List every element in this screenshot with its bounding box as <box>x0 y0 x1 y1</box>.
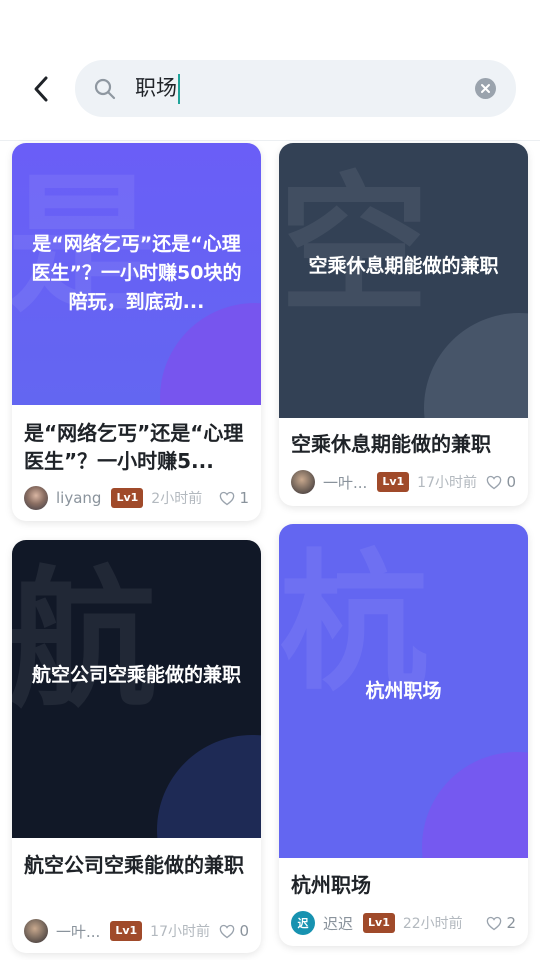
clear-search-button[interactable] <box>475 78 496 99</box>
cover-watermark-char: 空 <box>279 159 430 333</box>
level-badge: Lv1 <box>111 488 144 508</box>
post-time: 2小时前 <box>151 491 203 507</box>
cover-decoration-circle <box>424 313 528 418</box>
chevron-left-icon <box>34 76 48 102</box>
heart-icon <box>487 916 502 930</box>
like-button[interactable]: 2 <box>486 914 516 932</box>
like-count: 2 <box>506 914 516 932</box>
post-time: 17小时前 <box>150 924 210 940</box>
post-title: 空乘休息期能做的兼职 <box>291 432 491 456</box>
top-bar: 职场 <box>0 0 540 141</box>
post-time: 17小时前 <box>417 475 477 491</box>
cover-text: 空乘休息期能做的兼职 <box>308 255 499 277</box>
level-badge: Lv1 <box>377 472 410 492</box>
search-query: 职场 <box>135 76 177 100</box>
level-badge: Lv1 <box>363 913 395 933</box>
author-name[interactable]: 一叶... <box>323 472 367 493</box>
back-button[interactable] <box>22 70 60 108</box>
avatar[interactable] <box>24 919 48 943</box>
like-count: 1 <box>239 489 249 507</box>
cover-decoration-circle <box>422 752 528 858</box>
text-caret <box>178 74 180 104</box>
post-cover: 杭 杭州职场 <box>279 524 528 858</box>
like-button[interactable]: 0 <box>486 473 516 491</box>
avatar[interactable]: 迟 <box>291 911 315 935</box>
search-icon <box>94 78 116 100</box>
cover-decoration-circle <box>160 303 261 405</box>
level-badge: Lv1 <box>110 921 143 941</box>
cover-text: 是“网络乞丐”还是“心理医生”？一小时赚50块的陪玩，到底动... <box>31 233 242 313</box>
like-button[interactable]: 0 <box>219 922 249 940</box>
post-card[interactable]: 航 航空公司空乘能做的兼职 航空公司空乘能做的兼职 一叶... Lv1 17小时… <box>12 540 261 953</box>
cover-text: 杭州职场 <box>365 680 442 702</box>
heart-icon <box>220 924 235 938</box>
post-meta: 一叶... Lv1 17小时前 0 <box>291 469 516 495</box>
like-button[interactable]: 1 <box>219 489 249 507</box>
search-bar[interactable]: 职场 <box>75 60 516 117</box>
like-count: 0 <box>506 473 516 491</box>
like-count: 0 <box>239 922 249 940</box>
post-card[interactable]: 杭 杭州职场 杭州职场 迟 迟迟 Lv1 22小时前 2 <box>279 524 528 946</box>
post-title: 杭州职场 <box>291 873 371 897</box>
post-cover: 航 航空公司空乘能做的兼职 <box>12 540 261 838</box>
close-icon <box>481 84 490 93</box>
cover-decoration-circle <box>157 735 261 838</box>
post-cover: 空 空乘休息期能做的兼职 <box>279 143 528 418</box>
post-title: 是“网络乞丐”还是“心理医生”？一小时赚5... <box>24 421 244 473</box>
post-cover: 是 是“网络乞丐”还是“心理医生”？一小时赚50块的陪玩，到底动... <box>12 143 261 405</box>
heart-icon <box>487 475 502 489</box>
cover-text: 航空公司空乘能做的兼职 <box>31 664 241 686</box>
author-name[interactable]: liyang <box>56 489 101 507</box>
post-meta: 迟 迟迟 Lv1 22小时前 2 <box>291 910 516 936</box>
avatar-initial: 迟 <box>297 917 309 930</box>
author-name[interactable]: 迟迟 <box>323 913 353 934</box>
post-title: 航空公司空乘能做的兼职 <box>24 853 244 877</box>
post-meta: 一叶... Lv1 17小时前 0 <box>24 918 249 944</box>
avatar[interactable] <box>24 486 48 510</box>
cover-watermark-char: 航 <box>12 554 158 728</box>
post-card[interactable]: 是 是“网络乞丐”还是“心理医生”？一小时赚50块的陪玩，到底动... 是“网络… <box>12 143 261 521</box>
post-meta: liyang Lv1 2小时前 1 <box>24 485 249 511</box>
author-name[interactable]: 一叶... <box>56 921 100 942</box>
heart-icon <box>220 491 235 505</box>
post-card[interactable]: 空 空乘休息期能做的兼职 空乘休息期能做的兼职 一叶... Lv1 17小时前 … <box>279 143 528 506</box>
search-input[interactable]: 职场 <box>135 70 180 107</box>
post-time: 22小时前 <box>402 916 463 932</box>
avatar[interactable] <box>291 470 315 494</box>
